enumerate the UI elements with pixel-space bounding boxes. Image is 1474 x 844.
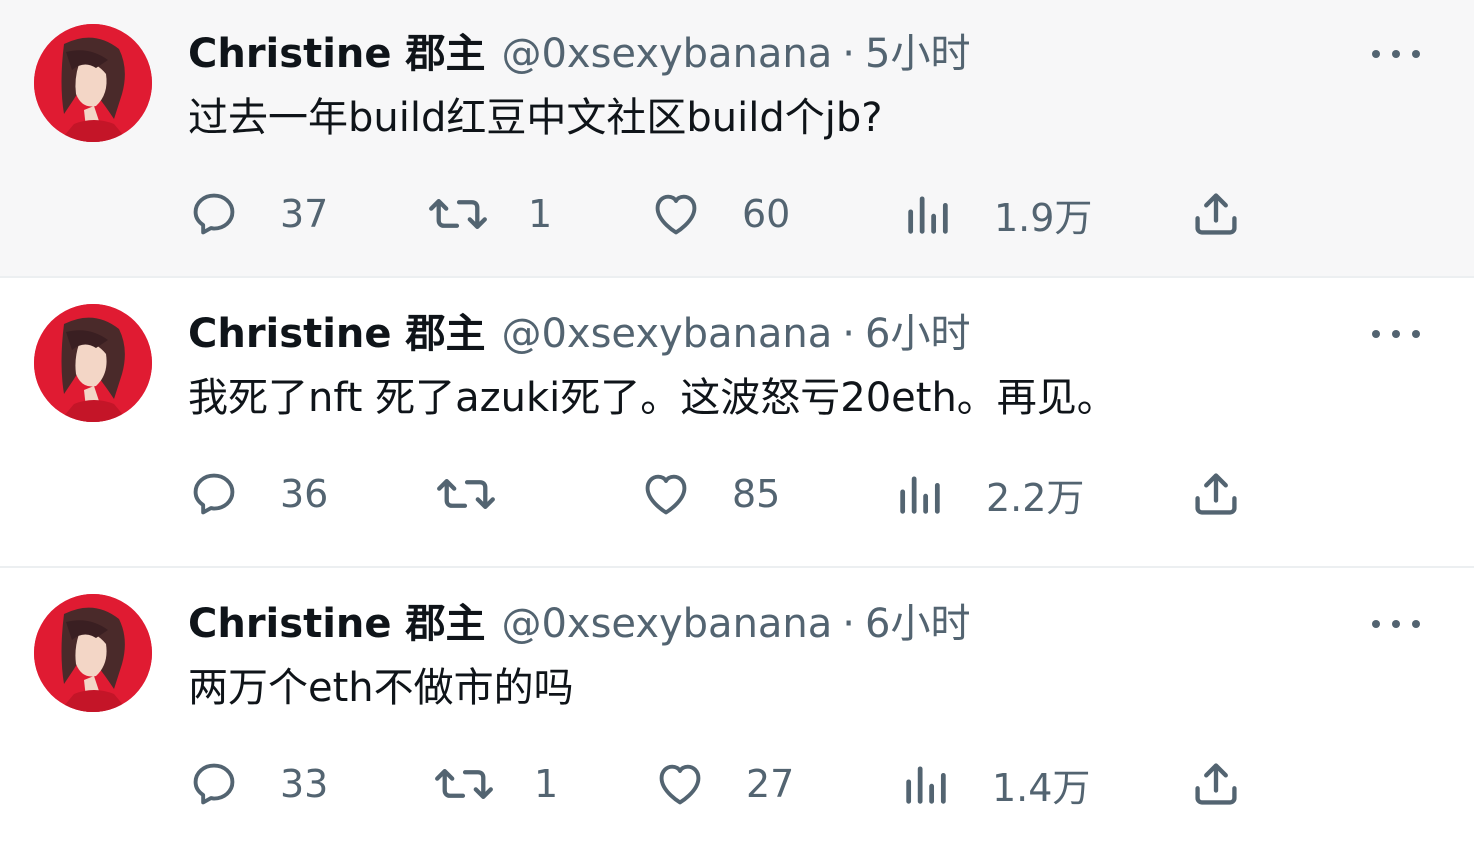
tweet-text: 我死了nft 死了azuki死了。这波怒亏20eth。再见。	[188, 375, 1117, 421]
reply-icon	[193, 763, 235, 805]
tweet-feed: Christine 郡主 @0xsexybanana · 5小时 过去一年bui…	[0, 0, 1474, 844]
reply-count: 33	[280, 762, 329, 806]
tweet-actions: 33 1 27 1.4万	[188, 756, 1248, 812]
tweet[interactable]: Christine 郡主 @0xsexybanana · 6小时 两万个eth不…	[0, 570, 1474, 844]
timestamp[interactable]: 5小时	[865, 28, 970, 80]
reply-count: 36	[280, 472, 329, 516]
share-icon	[1195, 473, 1237, 515]
timestamp[interactable]: 6小时	[865, 598, 970, 650]
share-button[interactable]	[1190, 186, 1242, 242]
tweet-text: 两万个eth不做市的吗	[188, 665, 574, 711]
author-name[interactable]: Christine 郡主	[188, 28, 485, 80]
avatar[interactable]	[34, 24, 152, 142]
retweet-count: 1	[534, 762, 559, 806]
retweet-icon	[435, 769, 493, 799]
views-count: 2.2万	[986, 475, 1085, 520]
more-icon[interactable]	[1372, 42, 1420, 66]
views-icon	[908, 196, 948, 234]
like-button[interactable]: 60	[650, 186, 790, 242]
avatar-image	[34, 594, 152, 712]
tweet-header: Christine 郡主 @0xsexybanana · 5小时	[188, 28, 970, 80]
tweet-header: Christine 郡主 @0xsexybanana · 6小时	[188, 598, 970, 650]
separator-dot: ·	[842, 31, 856, 77]
retweet-button[interactable]: 1	[428, 186, 552, 242]
reply-button[interactable]: 36	[188, 466, 328, 522]
avatar[interactable]	[34, 304, 152, 422]
author-name[interactable]: Christine 郡主	[188, 598, 485, 650]
tweet-actions: 36 85 2.2万	[188, 466, 1248, 522]
reply-button[interactable]: 33	[188, 756, 328, 812]
like-button[interactable]: 85	[640, 466, 780, 522]
reply-icon	[193, 473, 235, 515]
share-button[interactable]	[1190, 466, 1242, 522]
views-button[interactable]: 2.2万	[894, 466, 1084, 522]
tweet-actions: 37 1 60 1.9万	[188, 186, 1248, 242]
like-count: 27	[746, 762, 795, 806]
share-icon	[1195, 193, 1237, 235]
heart-icon	[655, 194, 697, 235]
separator-dot: ·	[842, 311, 856, 357]
views-button[interactable]: 1.9万	[902, 186, 1092, 242]
share-icon	[1195, 763, 1237, 805]
tweet[interactable]: Christine 郡主 @0xsexybanana · 6小时 我死了nft …	[0, 280, 1474, 568]
retweet-icon	[437, 478, 495, 509]
like-button[interactable]: 27	[654, 756, 794, 812]
author-handle[interactable]: @0xsexybanana	[501, 598, 832, 650]
avatar[interactable]	[34, 594, 152, 712]
tweet[interactable]: Christine 郡主 @0xsexybanana · 5小时 过去一年bui…	[0, 0, 1474, 278]
reply-button[interactable]: 37	[188, 186, 328, 242]
retweet-button[interactable]	[436, 466, 536, 522]
views-icon	[900, 476, 940, 514]
tweet-text: 过去一年build红豆中文社区build个jb?	[188, 95, 883, 141]
views-count: 1.9万	[994, 195, 1093, 240]
views-button[interactable]: 1.4万	[900, 756, 1090, 812]
views-icon	[906, 766, 946, 804]
more-icon[interactable]	[1372, 612, 1420, 636]
avatar-image	[34, 304, 152, 422]
avatar-image	[34, 24, 152, 142]
reply-count: 37	[280, 192, 329, 236]
author-handle[interactable]: @0xsexybanana	[501, 308, 832, 360]
tweet-header: Christine 郡主 @0xsexybanana · 6小时	[188, 308, 970, 360]
like-count: 60	[742, 192, 791, 236]
author-name[interactable]: Christine 郡主	[188, 308, 485, 360]
like-count: 85	[732, 472, 781, 516]
retweet-button[interactable]: 1	[434, 756, 558, 812]
retweet-count: 1	[528, 192, 553, 236]
reply-icon	[193, 193, 235, 235]
share-button[interactable]	[1190, 756, 1242, 812]
author-handle[interactable]: @0xsexybanana	[501, 28, 832, 80]
heart-icon	[659, 764, 701, 805]
retweet-icon	[429, 199, 487, 229]
heart-icon	[645, 474, 687, 515]
separator-dot: ·	[842, 601, 856, 647]
timestamp[interactable]: 6小时	[865, 308, 970, 360]
views-count: 1.4万	[992, 765, 1091, 810]
more-icon[interactable]	[1372, 322, 1420, 346]
